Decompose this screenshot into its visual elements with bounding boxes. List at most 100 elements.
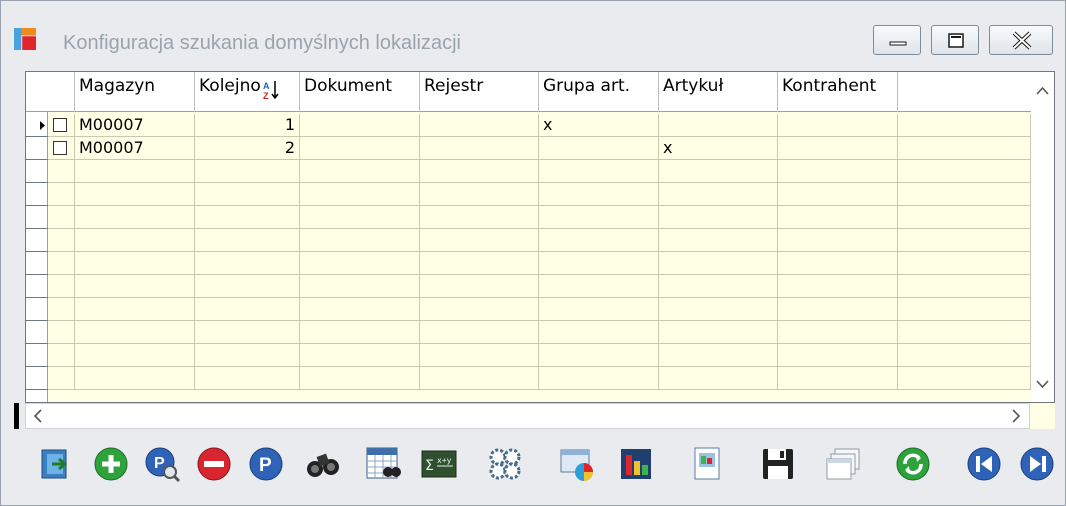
cell-grupa-art[interactable] [539, 229, 659, 252]
cell-kontrahent[interactable] [778, 114, 898, 137]
cell-artykul[interactable] [659, 160, 778, 183]
cell-dokument[interactable] [300, 275, 420, 298]
close-button[interactable] [989, 25, 1053, 55]
cell-dokument[interactable] [300, 252, 420, 275]
empty-row[interactable] [26, 275, 1031, 298]
sum-icon[interactable]: Σ x+y [420, 445, 458, 483]
row-checkbox[interactable] [53, 118, 67, 132]
table-row[interactable]: M00007 1 x [26, 114, 1031, 137]
header-kontrahent[interactable]: Kontrahent [778, 72, 898, 112]
cell-artykul[interactable] [659, 321, 778, 344]
cell-rejestr[interactable] [420, 229, 539, 252]
cell-grupa-art[interactable] [539, 275, 659, 298]
bar-chart-icon[interactable] [618, 445, 656, 483]
cell-kolejnosc[interactable] [195, 275, 300, 298]
next-record-icon[interactable] [1018, 445, 1056, 483]
cell-magazyn[interactable]: M00007 [75, 137, 195, 160]
settings-icon[interactable] [486, 445, 524, 483]
cell-grupa-art[interactable] [539, 137, 659, 160]
cell-kolejnosc[interactable] [195, 229, 300, 252]
cell-rejestr[interactable] [420, 160, 539, 183]
scroll-down-icon[interactable] [1031, 372, 1054, 395]
table-row[interactable]: M00007 2 x [26, 137, 1031, 160]
cell-grupa-art[interactable] [539, 344, 659, 367]
cell-artykul[interactable] [659, 229, 778, 252]
cell-artykul[interactable] [659, 275, 778, 298]
cell-dokument[interactable] [300, 344, 420, 367]
cell-rejestr[interactable] [420, 275, 539, 298]
cell-kontrahent[interactable] [778, 344, 898, 367]
cell-grupa-art[interactable] [539, 367, 659, 390]
cell-artykul[interactable] [659, 114, 778, 137]
cell-kontrahent[interactable] [778, 229, 898, 252]
cell-magazyn[interactable] [75, 321, 195, 344]
cell-grupa-art[interactable] [539, 160, 659, 183]
row-checkbox[interactable] [53, 141, 67, 155]
cell-kolejnosc[interactable] [195, 367, 300, 390]
cell-grupa-art[interactable] [539, 252, 659, 275]
cell-artykul[interactable] [659, 298, 778, 321]
cell-magazyn[interactable] [75, 344, 195, 367]
cell-grupa-art[interactable] [539, 321, 659, 344]
header-dokument[interactable]: Dokument [300, 72, 420, 112]
cell-artykul[interactable] [659, 367, 778, 390]
empty-row[interactable] [26, 321, 1031, 344]
cell-artykul[interactable] [659, 206, 778, 229]
cell-rejestr[interactable] [420, 367, 539, 390]
title-bar[interactable]: Konfiguracja szukania domyślnych lokaliz… [1, 1, 1065, 63]
cell-kolejnosc[interactable] [195, 160, 300, 183]
cell-rejestr[interactable] [420, 183, 539, 206]
cell-rejestr[interactable] [420, 114, 539, 137]
cell-kontrahent[interactable] [778, 206, 898, 229]
save-icon[interactable] [759, 445, 797, 483]
cell-kontrahent[interactable] [778, 252, 898, 275]
p-icon[interactable]: P [247, 445, 285, 483]
cell-grupa-art[interactable] [539, 206, 659, 229]
empty-row[interactable] [26, 344, 1031, 367]
cell-grupa-art[interactable] [539, 298, 659, 321]
cell-rejestr[interactable] [420, 252, 539, 275]
cell-kontrahent[interactable] [778, 321, 898, 344]
cell-dokument[interactable] [300, 183, 420, 206]
cell-magazyn[interactable] [75, 160, 195, 183]
cell-kontrahent[interactable] [778, 275, 898, 298]
empty-row[interactable] [26, 298, 1031, 321]
cell-magazyn[interactable]: M00007 [75, 114, 195, 137]
cell-kontrahent[interactable] [778, 160, 898, 183]
cell-artykul[interactable] [659, 344, 778, 367]
cell-magazyn[interactable] [75, 367, 195, 390]
exit-icon[interactable] [38, 445, 76, 483]
cell-dokument[interactable] [300, 367, 420, 390]
cell-kolejnosc[interactable]: 2 [195, 137, 300, 160]
cell-dokument[interactable] [300, 321, 420, 344]
cell-dokument[interactable] [300, 298, 420, 321]
empty-row[interactable] [26, 229, 1031, 252]
data-grid[interactable]: Magazyn Kolejno A Z Dokument Rejestr Gru… [25, 71, 1055, 403]
document-icon[interactable] [689, 445, 727, 483]
cell-kontrahent[interactable] [778, 367, 898, 390]
cell-dokument[interactable] [300, 206, 420, 229]
cell-artykul[interactable] [659, 252, 778, 275]
cell-magazyn[interactable] [75, 275, 195, 298]
header-checkbox-col[interactable] [48, 72, 75, 112]
empty-row[interactable] [26, 252, 1031, 275]
header-rejestr[interactable]: Rejestr [420, 72, 539, 112]
cell-kontrahent[interactable] [778, 137, 898, 160]
cell-kontrahent[interactable] [778, 298, 898, 321]
horizontal-scrollbar[interactable] [25, 403, 1030, 429]
header-magazyn[interactable]: Magazyn [75, 72, 195, 112]
cell-dokument[interactable] [300, 229, 420, 252]
cell-artykul[interactable] [659, 183, 778, 206]
cell-kolejnosc[interactable] [195, 298, 300, 321]
cell-kolejnosc[interactable] [195, 206, 300, 229]
empty-row[interactable] [26, 160, 1031, 183]
scroll-left-icon[interactable] [28, 404, 48, 428]
first-record-icon[interactable] [965, 445, 1003, 483]
cell-dokument[interactable] [300, 114, 420, 137]
cell-kolejnosc[interactable] [195, 183, 300, 206]
scroll-right-icon[interactable] [1006, 404, 1026, 428]
maximize-button[interactable] [931, 25, 979, 55]
header-artykul[interactable]: Artykuł [659, 72, 778, 112]
cell-magazyn[interactable] [75, 229, 195, 252]
cell-kolejnosc[interactable]: 1 [195, 114, 300, 137]
